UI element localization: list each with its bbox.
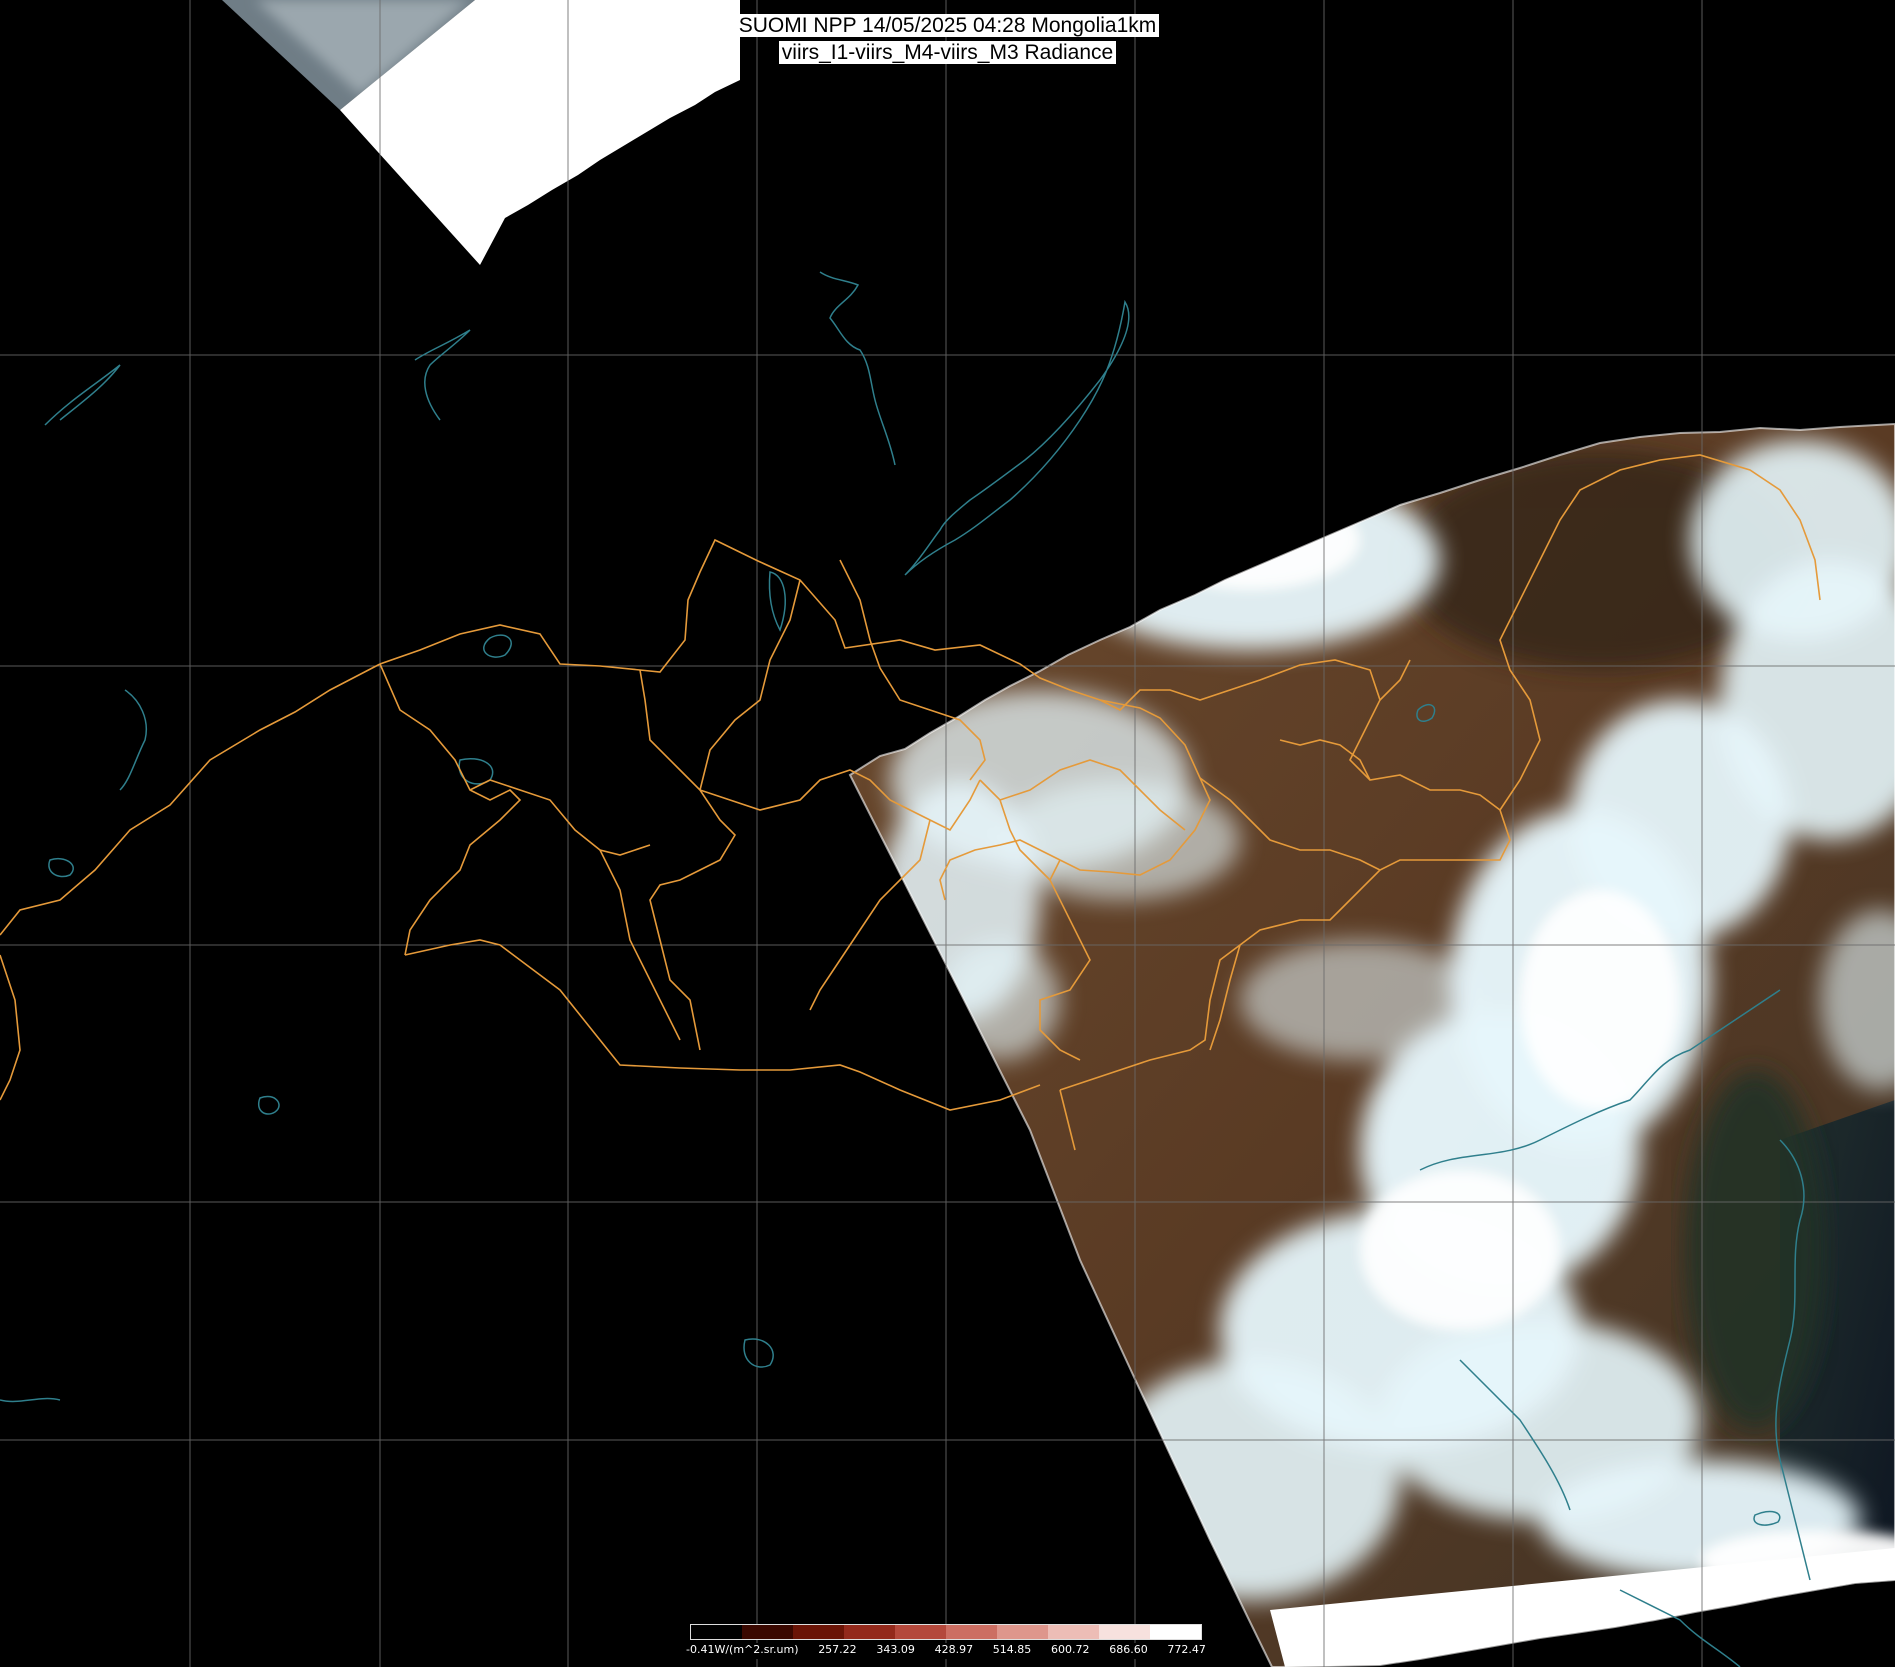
colorbar-label: 257.22 — [818, 1643, 857, 1656]
colorbar-swatch — [946, 1625, 997, 1639]
colorbar-swatch — [1150, 1625, 1201, 1639]
colorbar-label: -0.41W/(m^2.sr.um) — [686, 1643, 799, 1656]
colorbar-strip — [690, 1624, 1202, 1640]
colorbar-label: 343.09 — [876, 1643, 915, 1656]
main-swath — [850, 424, 1895, 1667]
top-swath — [222, 0, 740, 265]
colorbar-swatch — [742, 1625, 793, 1639]
colorbar-label: 772.47 — [1167, 1643, 1206, 1656]
colorbar-swatch — [997, 1625, 1048, 1639]
colorbar: -0.41W/(m^2.sr.um) 257.22 343.09 428.97 … — [686, 1624, 1206, 1667]
colorbar-swatch — [691, 1625, 742, 1639]
colorbar-label: 514.85 — [992, 1643, 1032, 1656]
colorbar-swatch — [844, 1625, 895, 1639]
colorbar-swatch — [793, 1625, 844, 1639]
colorbar-label: 600.72 — [1051, 1643, 1090, 1656]
colorbar-swatch — [1048, 1625, 1099, 1639]
colorbar-swatch — [895, 1625, 946, 1639]
colorbar-label: 686.60 — [1109, 1643, 1148, 1656]
satellite-map: SUOMI NPP 14/05/2025 04:28 Mongolia1km v… — [0, 0, 1895, 1667]
satellite-image — [0, 0, 1895, 1667]
colorbar-labels: -0.41W/(m^2.sr.um) 257.22 343.09 428.97 … — [686, 1643, 1206, 1659]
colorbar-swatch — [1099, 1625, 1150, 1639]
colorbar-label: 428.97 — [934, 1643, 974, 1656]
